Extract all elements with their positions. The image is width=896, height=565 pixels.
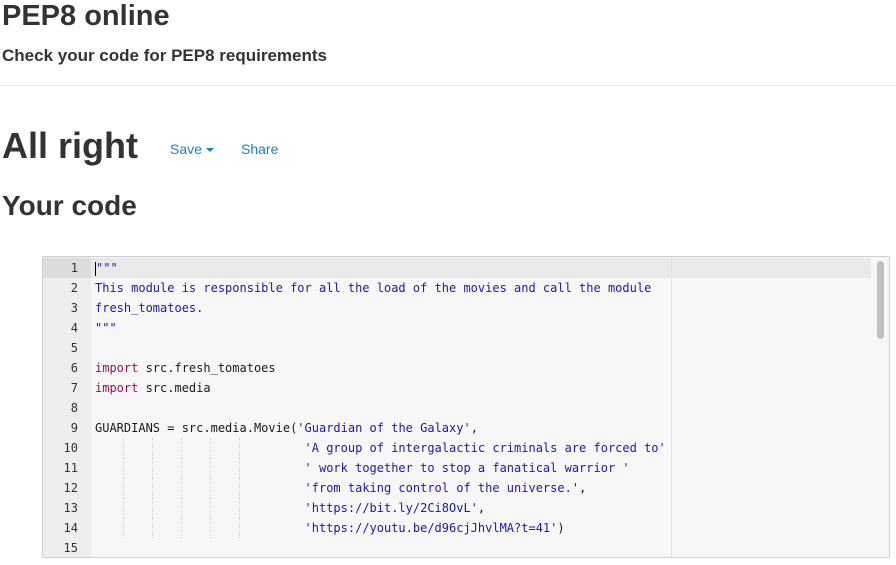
code-line: import src.media (95, 378, 211, 398)
save-label: Save (170, 141, 202, 157)
line-number: 1 (70, 261, 78, 275)
code-token: src.media (138, 381, 211, 395)
code-line: This module is responsible for all the l… (95, 278, 651, 298)
line-number: 13 (63, 501, 78, 515)
code-line: 'A group of intergalactic criminals are … (95, 438, 666, 458)
code-line: ' work together to stop a fanatical warr… (95, 458, 630, 478)
string-token: 'A group of intergalactic criminals are … (304, 441, 666, 455)
code-line: GUARDIANS = src.media.Movie('Guardian of… (95, 418, 478, 438)
code-line: 'https://youtu.be/d96cjJhvlMA?t=41') (95, 518, 565, 538)
line-number: 11 (63, 461, 78, 475)
string-token: 'https://youtu.be/d96cjJhvlMA?t=41' (304, 521, 558, 535)
keyword-token: import (95, 361, 139, 375)
string-token: """ (95, 321, 117, 335)
print-margin (671, 257, 672, 557)
code-editor[interactable]: 1 2 3 4 5 6 7 8 9 10 11 12 13 14 15 """ This module is r… (42, 256, 890, 558)
code-line: import src.fresh_tomatoes (95, 358, 276, 378)
code-line: fresh_tomatoes. (95, 298, 203, 318)
vertical-scrollbar[interactable] (873, 257, 889, 557)
line-number: 3 (70, 301, 78, 315)
code-token: , (470, 421, 478, 435)
site-subtitle: Check your code for PEP8 requirements (2, 46, 327, 65)
line-number: 9 (70, 421, 78, 435)
string-token: """ (96, 261, 118, 275)
code-line: """ (95, 258, 118, 278)
line-number: 8 (70, 401, 78, 415)
code-token: src.fresh_tomatoes (138, 361, 276, 375)
line-number: 12 (63, 481, 78, 495)
line-number: 6 (70, 361, 78, 375)
result-heading: All right (2, 125, 138, 166)
line-number: 5 (70, 341, 78, 355)
line-number: 7 (70, 381, 78, 395)
code-line: 'from taking control of the universe.', (95, 478, 587, 498)
header-divider (0, 85, 896, 86)
scrollbar-thumb[interactable] (877, 261, 884, 339)
line-number: 14 (63, 521, 78, 535)
string-token: ' work together to stop a fanatical warr… (304, 461, 630, 475)
string-token: 'Guardian of the Galaxy' (297, 421, 471, 435)
line-number: 2 (70, 281, 78, 295)
share-link[interactable]: Share (241, 140, 278, 158)
code-line: """ (95, 318, 117, 338)
string-token: fresh_tomatoes. (95, 301, 204, 315)
site-title: PEP8 online (2, 0, 170, 32)
code-token: ) (557, 521, 565, 535)
code-token: GUARDIANS = src.media.Movie( (95, 421, 298, 435)
code-line: 'https://bit.ly/2Ci8OvL', (95, 498, 486, 518)
line-number: 10 (63, 441, 78, 455)
line-number: 15 (63, 541, 78, 555)
code-token: , (579, 481, 587, 495)
save-dropdown-button[interactable]: Save (170, 140, 214, 158)
code-heading: Your code (2, 190, 137, 221)
line-number: 4 (70, 321, 78, 335)
code-token: , (477, 501, 486, 515)
caret-down-icon (205, 148, 214, 153)
string-token: This module is responsible for all the l… (95, 281, 652, 295)
keyword-token: import (95, 381, 139, 395)
string-token: 'from taking control of the universe.' (304, 481, 580, 495)
string-token: 'https://bit.ly/2Ci8OvL' (304, 501, 478, 515)
